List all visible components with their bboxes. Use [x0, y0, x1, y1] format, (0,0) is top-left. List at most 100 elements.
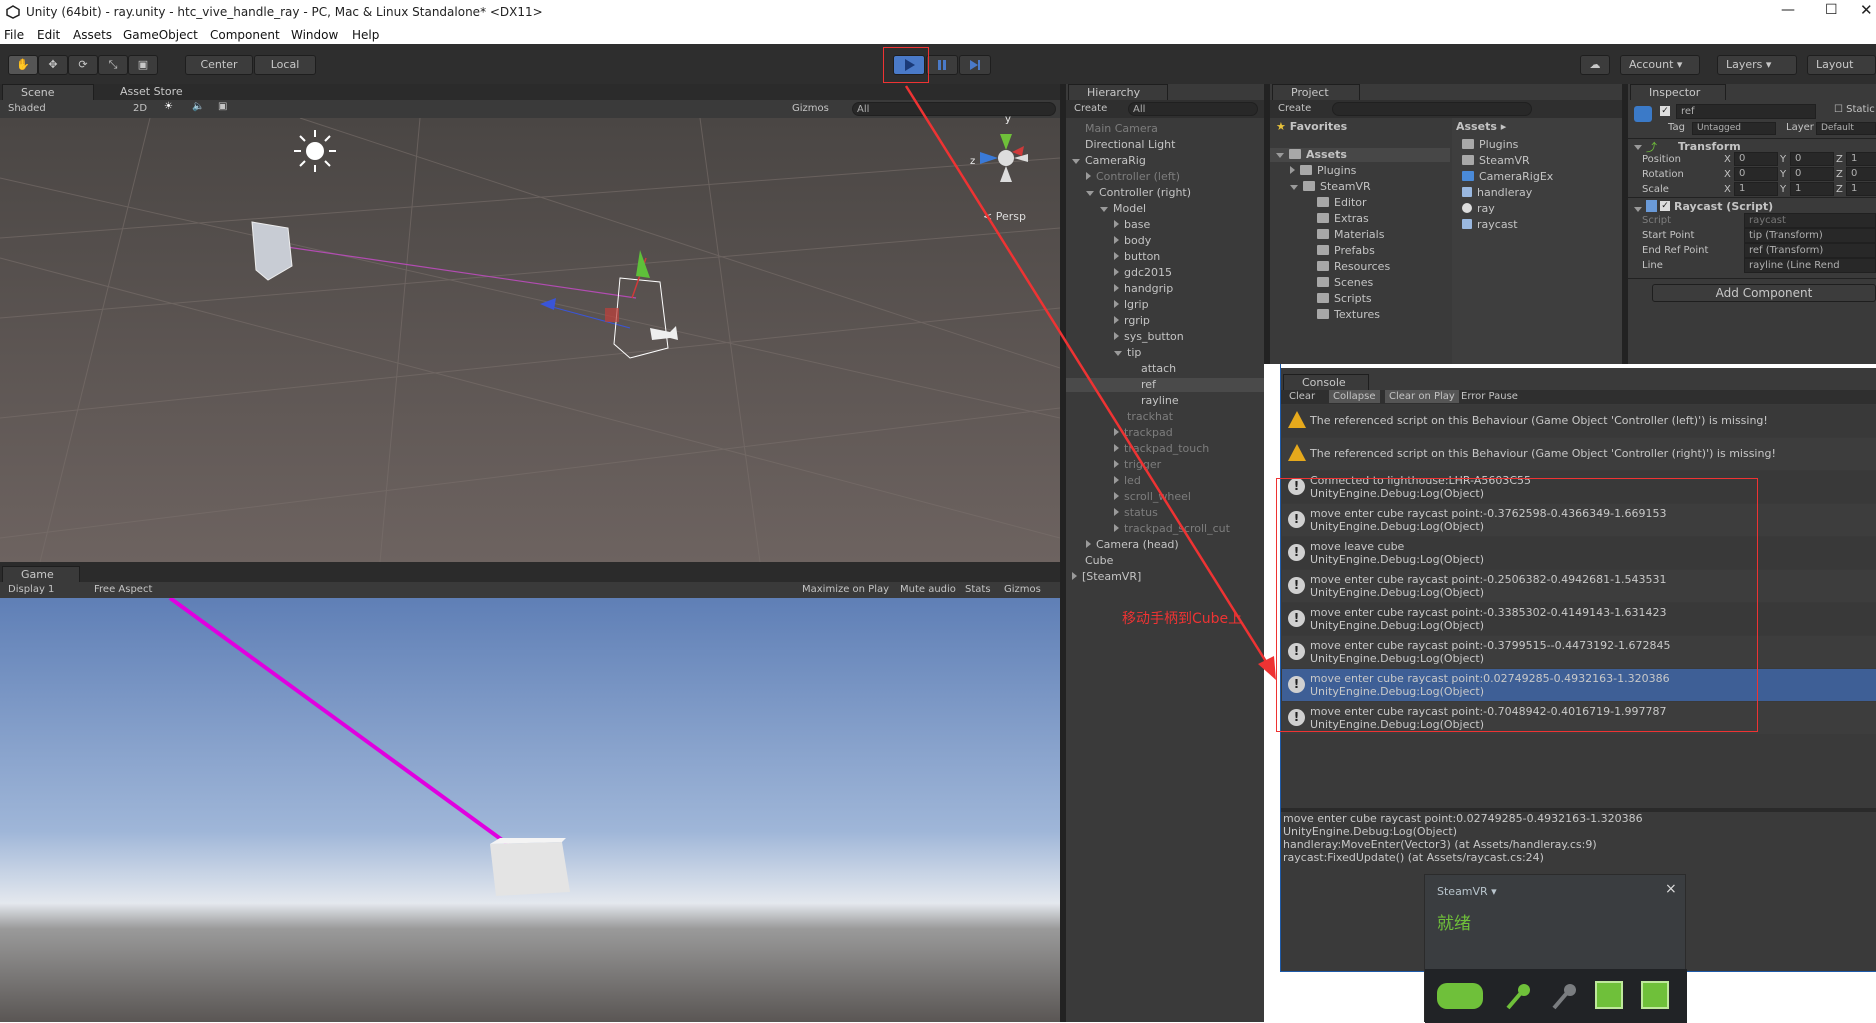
rotate-tool-button[interactable]: ⟳	[68, 55, 98, 75]
hierarchy-search-input[interactable]: All	[1128, 102, 1258, 116]
rect-tool-button[interactable]: ▣	[128, 55, 158, 75]
active-checkbox[interactable]: ✓	[1660, 106, 1670, 116]
expand-arrow-icon[interactable]	[1114, 508, 1119, 516]
menu-assets[interactable]: Assets	[73, 28, 112, 42]
console-clear-button[interactable]: Clear	[1289, 391, 1315, 402]
scale-x-input[interactable]: 1	[1734, 182, 1778, 196]
hierarchy-item[interactable]: Directional Light	[1066, 138, 1264, 152]
maximize-icon[interactable]: ☐	[1825, 2, 1838, 18]
position-x-input[interactable]: 0	[1734, 152, 1778, 166]
expand-arrow-icon[interactable]	[1114, 524, 1119, 532]
project-folder-item[interactable]: Scripts	[1304, 292, 1372, 306]
assets-breadcrumb[interactable]: Assets ▸	[1456, 120, 1506, 133]
display-dropdown[interactable]: Display 1	[8, 584, 54, 595]
hierarchy-item[interactable]: Cube	[1066, 554, 1264, 568]
hierarchy-item[interactable]: base	[1066, 218, 1264, 232]
menu-help[interactable]: Help	[352, 28, 379, 42]
position-y-input[interactable]: 0	[1790, 152, 1834, 166]
expand-arrow-icon[interactable]	[1086, 172, 1091, 180]
tab-hierarchy[interactable]: Hierarchy	[1068, 84, 1168, 100]
hierarchy-item[interactable]: body	[1066, 234, 1264, 248]
tab-scene[interactable]: Scene	[2, 84, 94, 100]
rotation-y-input[interactable]: 0	[1790, 167, 1834, 181]
collapse-arrow-icon[interactable]	[1114, 351, 1122, 356]
audio-toggle-icon[interactable]: 🔈	[192, 101, 204, 112]
project-folder-item[interactable]: Editor	[1304, 196, 1367, 210]
add-component-button[interactable]: Add Component	[1652, 284, 1876, 302]
perspective-label[interactable]: < Persp	[983, 210, 1026, 223]
hierarchy-item[interactable]: Model	[1066, 202, 1264, 216]
asset-item[interactable]: raycast	[1462, 218, 1518, 232]
scene-viewport[interactable]: y z < Persp	[0, 114, 1060, 562]
hierarchy-item[interactable]: Camera (head)	[1066, 538, 1264, 552]
asset-item[interactable]: CameraRigEx	[1462, 170, 1553, 184]
cloud-button[interactable]: ☁	[1580, 55, 1610, 75]
hierarchy-item[interactable]: [SteamVR]	[1066, 570, 1264, 584]
base-station-icon[interactable]	[1641, 981, 1669, 1009]
hierarchy-item[interactable]: Main Camera	[1066, 122, 1264, 136]
expand-arrow-icon[interactable]	[1290, 185, 1298, 190]
shading-mode-dropdown[interactable]: Shaded	[8, 103, 46, 114]
expand-arrow-icon[interactable]	[1114, 428, 1119, 436]
expand-arrow-icon[interactable]	[1114, 284, 1119, 292]
scale-y-input[interactable]: 1	[1790, 182, 1834, 196]
gizmos-dropdown[interactable]: Gizmos	[792, 103, 829, 114]
rotation-z-input[interactable]: 0	[1846, 167, 1876, 181]
game-viewport[interactable]	[0, 598, 1060, 1022]
asset-item[interactable]: ray	[1462, 202, 1495, 216]
project-search-input[interactable]	[1332, 102, 1532, 116]
asset-item[interactable]: SteamVR	[1462, 154, 1530, 168]
scale-tool-button[interactable]: ⤡	[98, 55, 128, 75]
position-z-input[interactable]: 1	[1846, 152, 1876, 166]
project-folder-item[interactable]: Extras	[1304, 212, 1369, 226]
aspect-dropdown[interactable]: Free Aspect	[94, 584, 152, 595]
hierarchy-item[interactable]: button	[1066, 250, 1264, 264]
tab-game[interactable]: Game	[2, 566, 80, 582]
expand-arrow-icon[interactable]	[1114, 476, 1119, 484]
menu-edit[interactable]: Edit	[37, 28, 60, 42]
menu-gameobject[interactable]: GameObject	[123, 28, 198, 42]
pivot-local-button[interactable]: Local	[254, 55, 316, 75]
project-folder-item[interactable]: Textures	[1304, 308, 1380, 322]
layers-dropdown[interactable]: Layers ▾	[1717, 55, 1797, 75]
step-button[interactable]	[959, 55, 991, 75]
hierarchy-item[interactable]: rayline	[1066, 394, 1264, 408]
headset-icon[interactable]	[1437, 983, 1483, 1009]
console-error-pause-toggle[interactable]: Error Pause	[1461, 391, 1518, 402]
hierarchy-item[interactable]: tip	[1066, 346, 1264, 360]
menu-component[interactable]: Component	[210, 28, 280, 42]
expand-arrow-icon[interactable]	[1114, 300, 1119, 308]
expand-arrow-icon[interactable]	[1114, 220, 1119, 228]
tab-project[interactable]: Project	[1272, 84, 1360, 100]
object-name-input[interactable]: ref	[1676, 104, 1816, 119]
effects-toggle-icon[interactable]: ▣	[218, 101, 227, 112]
expand-arrow-icon[interactable]	[1114, 444, 1119, 452]
tab-inspector[interactable]: Inspector	[1630, 84, 1726, 100]
orientation-gizmo-icon[interactable]	[966, 124, 1040, 194]
console-log-entry[interactable]: The referenced script on this Behaviour …	[1282, 405, 1876, 437]
hierarchy-item[interactable]: trackhat	[1066, 410, 1264, 424]
menu-window[interactable]: Window	[291, 28, 338, 42]
console-log-entry[interactable]: The referenced script on this Behaviour …	[1282, 438, 1876, 470]
start-point-field[interactable]: tip (Transform)	[1744, 228, 1876, 243]
hierarchy-item[interactable]: scroll_wheel	[1066, 490, 1264, 504]
expand-arrow-icon[interactable]	[1114, 252, 1119, 260]
hierarchy-item[interactable]: sys_button	[1066, 330, 1264, 344]
account-dropdown[interactable]: Account ▾	[1620, 55, 1700, 75]
maximize-on-play-toggle[interactable]: Maximize on Play	[802, 584, 889, 595]
expand-arrow-icon[interactable]	[1114, 332, 1119, 340]
expand-arrow-icon[interactable]	[1290, 166, 1295, 174]
asset-item[interactable]: Plugins	[1462, 138, 1518, 152]
assets-root-item[interactable]: Assets	[1276, 148, 1347, 161]
hierarchy-item[interactable]: Controller (left)	[1066, 170, 1264, 184]
collapse-arrow-icon[interactable]	[1100, 207, 1108, 212]
favorites-item[interactable]: ★ Favorites	[1276, 120, 1347, 133]
pause-button[interactable]	[926, 55, 958, 75]
minimize-icon[interactable]: —	[1781, 2, 1795, 18]
scale-z-input[interactable]: 1	[1846, 182, 1876, 196]
game-gizmos-dropdown[interactable]: Gizmos	[1004, 584, 1041, 595]
base-station-icon[interactable]	[1595, 981, 1623, 1009]
console-collapse-toggle[interactable]: Collapse	[1329, 390, 1380, 403]
steamvr-title-dropdown[interactable]: SteamVR ▾	[1437, 885, 1497, 898]
collapse-arrow-icon[interactable]	[1086, 191, 1094, 196]
